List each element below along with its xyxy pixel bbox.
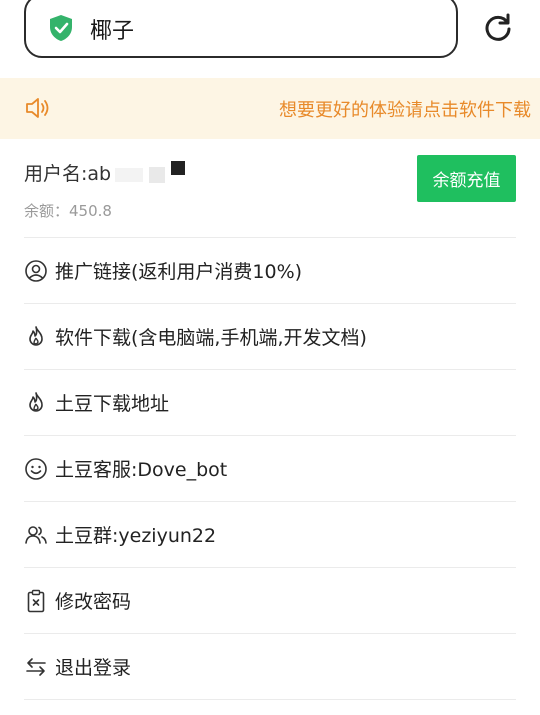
menu-item-logout[interactable]: 退出登录 [0, 634, 540, 700]
redacted-block [149, 166, 166, 183]
clipboard-x-icon [27, 589, 45, 613]
flame-icon [29, 326, 43, 346]
swap-arrows-icon [26, 658, 46, 676]
redacted-block [171, 161, 186, 175]
users-icon [25, 526, 47, 544]
menu-item-customer-service[interactable]: 土豆客服:Dove_bot [0, 436, 540, 502]
speaker-icon [26, 98, 49, 118]
menu-item-label: 土豆群:yeziyun22 [55, 525, 217, 547]
address-bar[interactable]: 椰子 [24, 0, 458, 58]
recharge-button[interactable]: 余额充值 [417, 155, 516, 202]
redacted-block [115, 167, 144, 182]
menu-item-label: 土豆客服:Dove_bot [55, 459, 228, 481]
reload-icon[interactable] [482, 12, 514, 44]
username-label: 用户名:ab [24, 163, 112, 185]
menu-item-label: 推广链接(返利用户消费10%) [55, 261, 303, 283]
menu-item-software-download[interactable]: 软件下载(含电脑端,手机端,开发文档) [0, 304, 540, 370]
menu-item-change-password[interactable]: 修改密码 [0, 568, 540, 634]
menu-item-tudou-download[interactable]: 土豆下载地址 [0, 370, 540, 436]
shield-check-icon [50, 15, 72, 41]
notice-text: 想要更好的体验请点击软件下载 [279, 100, 531, 121]
user-circle-icon [25, 260, 47, 282]
balance: 余额：450.8 [24, 202, 112, 220]
menu-item-label: 退出登录 [55, 657, 132, 679]
smile-icon [25, 458, 47, 480]
browser-top-bar: 椰子 [0, 0, 540, 78]
menu-item-label: 软件下载(含电脑端,手机端,开发文档) [55, 327, 367, 349]
user-info: 用户名:ab 余额：450.8 余额充值 [0, 139, 540, 238]
flame-icon [29, 392, 43, 412]
notice-banner[interactable]: 想要更好的体验请点击软件下载 [0, 78, 540, 139]
menu-item-group[interactable]: 土豆群:yeziyun22 [0, 502, 540, 568]
menu-item-label: 土豆下载地址 [55, 393, 170, 415]
username: 用户名:ab [24, 159, 186, 186]
menu-item-referral[interactable]: 推广链接(返利用户消费10%) [0, 238, 540, 304]
divider [24, 699, 516, 700]
menu-item-label: 修改密码 [55, 591, 132, 613]
address-text[interactable]: 椰子 [90, 13, 134, 45]
